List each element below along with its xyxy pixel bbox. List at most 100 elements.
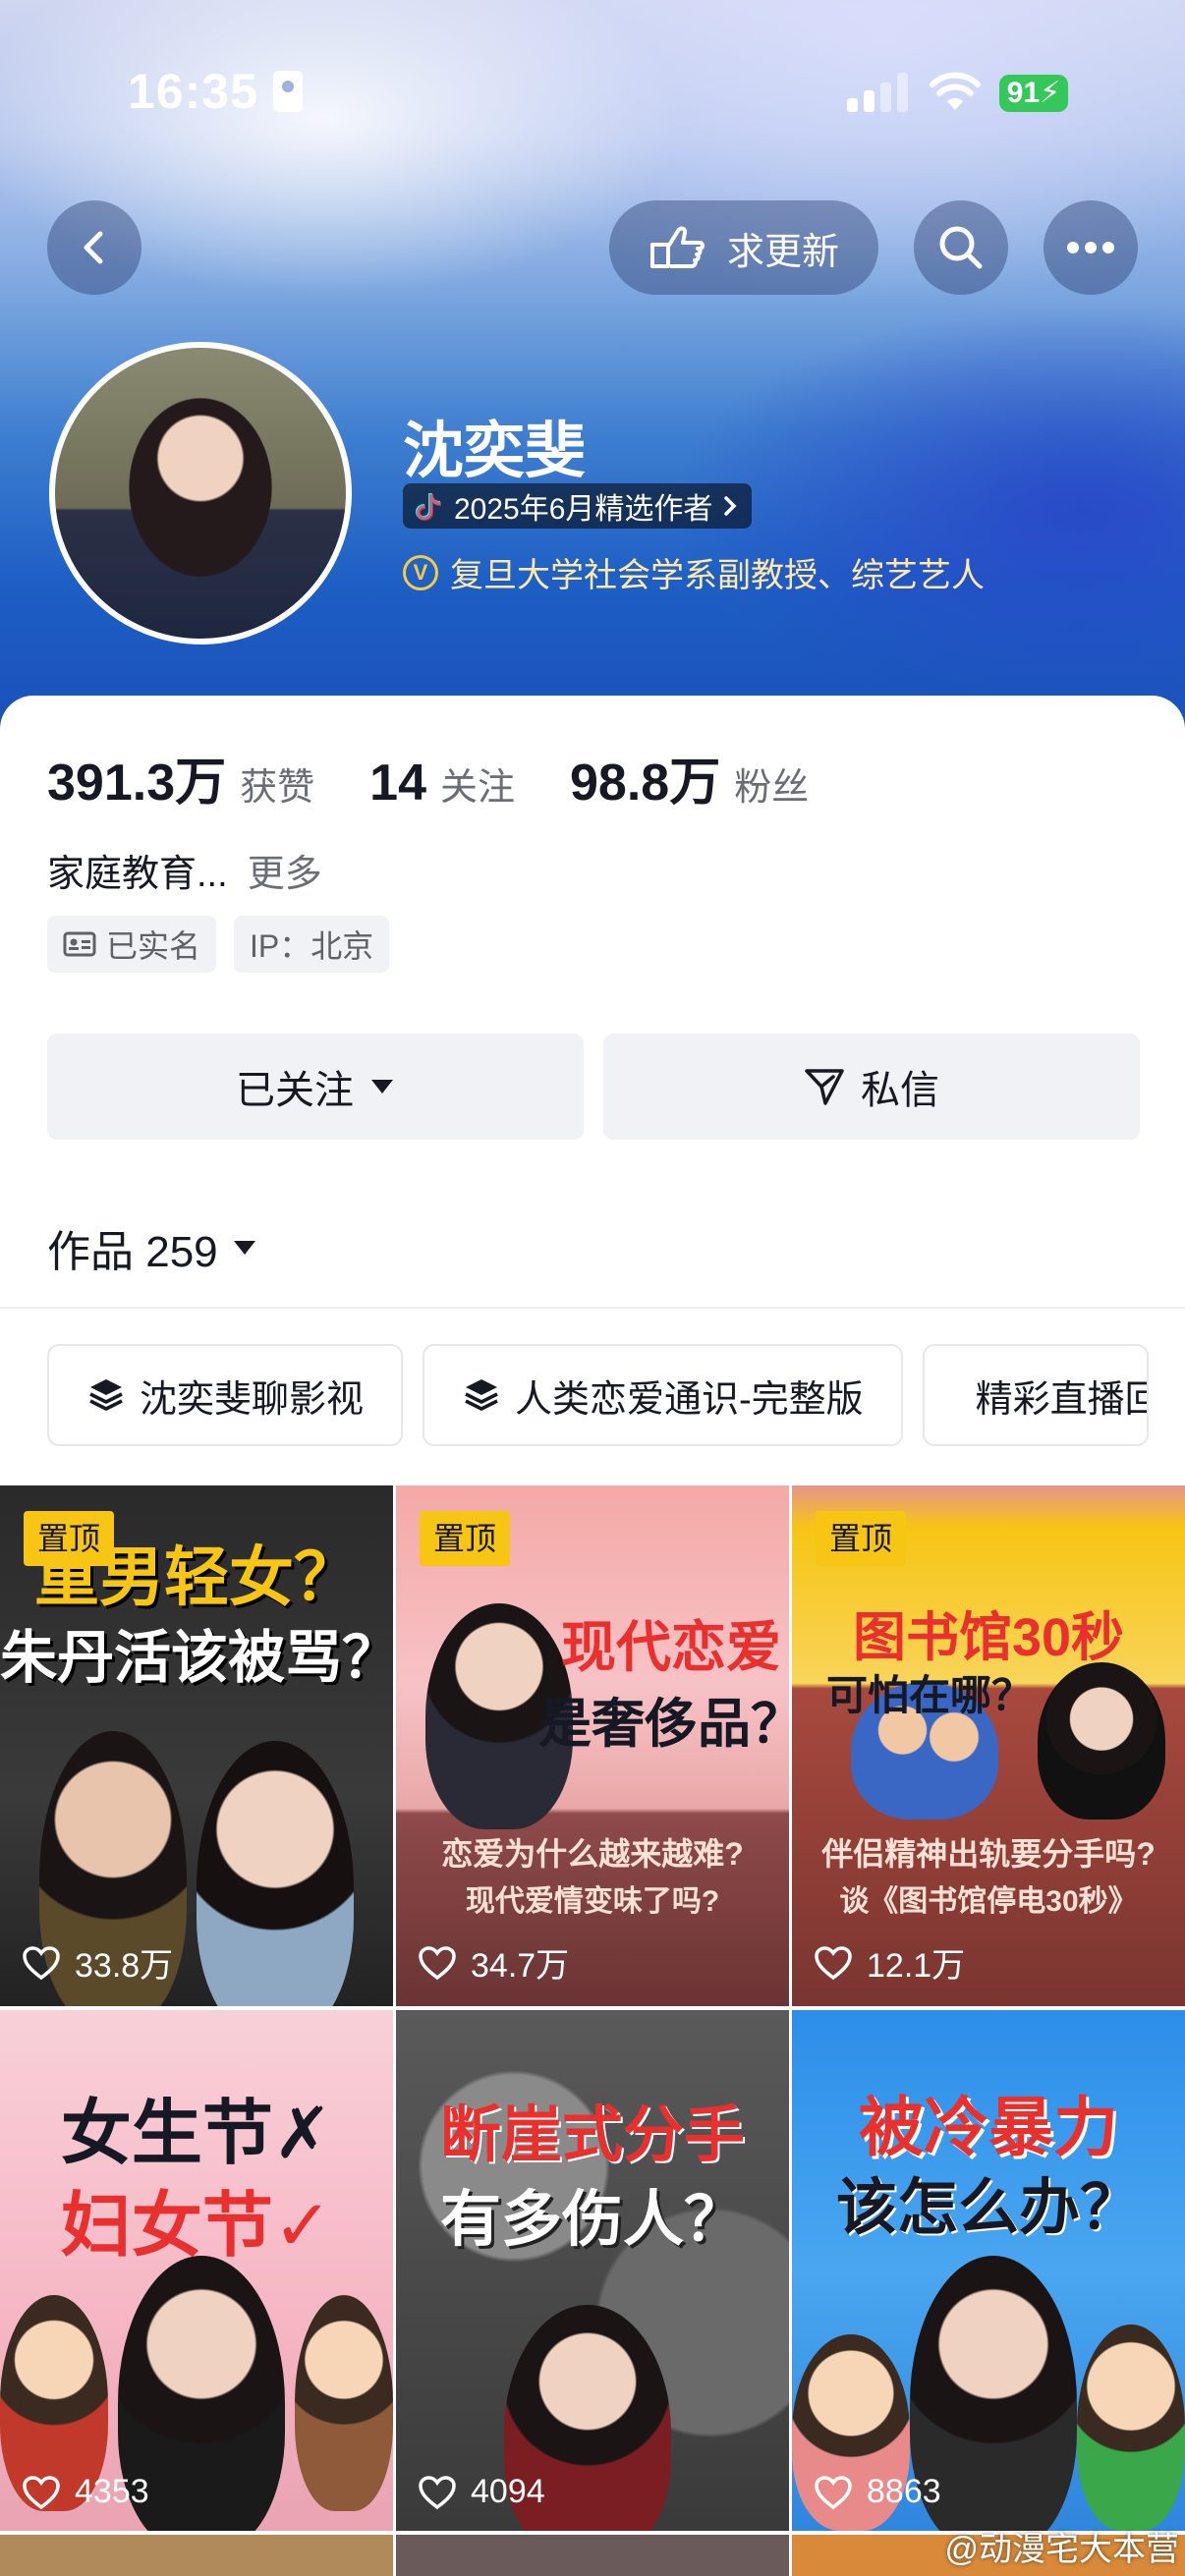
ip-location-tag: IP：北京: [234, 916, 390, 973]
video-title-line: 朱丹活该被骂？: [0, 1626, 393, 1690]
profile-stats: 391.3万 获赞 14 关注 98.8万 粉丝: [47, 741, 864, 814]
realname-label: 已实名: [106, 928, 201, 964]
video-tile[interactable]: 图书馆30秒 可怕在哪？ 伴侣精神出轨要分手吗? 谈《图书馆停电30秒》 置顶 …: [792, 1485, 1185, 2006]
collection-stack-icon: [89, 1379, 123, 1411]
heart-icon: [23, 1945, 60, 1980]
watermark: @动漫宅大本营: [944, 2531, 1179, 2568]
heart-icon: [419, 2475, 456, 2509]
douyin-logo-icon: [416, 493, 441, 521]
search-icon: [939, 226, 983, 269]
video-title-line: 是奢侈品？: [538, 1695, 789, 1754]
following-label: 关注: [440, 767, 516, 809]
video-grid: 重男轻女？ 朱丹活该被骂？ 置顶 33.8万 现代恋爱 是奢侈品？ 恋爱为什么越…: [0, 1485, 1185, 2576]
heart-icon: [419, 1945, 456, 1980]
id-card-icon: [63, 931, 96, 957]
video-title-line: 图书馆30秒: [852, 1608, 1125, 1667]
following-count[interactable]: 14: [369, 754, 426, 812]
featured-author-badge[interactable]: 2025年6月精选作者: [403, 483, 753, 529]
works-label: 作品 259: [47, 1228, 218, 1276]
video-tile[interactable]: [396, 2535, 789, 2576]
wifi-icon: [930, 72, 981, 110]
followers-label: 粉丝: [734, 767, 810, 809]
cellular-signal-icon: [847, 73, 910, 112]
video-title-line: 有多伤人？: [439, 2186, 745, 2254]
thumbnail-person: [1077, 2324, 1185, 2531]
heart-icon: [815, 2475, 852, 2509]
chevron-right-icon: [724, 496, 737, 516]
playlist-label: 人类恋爱通识-完整版: [515, 1378, 864, 1421]
back-button[interactable]: [47, 200, 141, 295]
realname-tag: 已实名: [47, 916, 217, 973]
like-count: 4353: [22, 2473, 149, 2511]
clock: 16:35: [128, 64, 258, 119]
thumbnail-person: [295, 2295, 393, 2511]
likes-label: 获赞: [240, 767, 315, 809]
video-tile[interactable]: 被冷暴力 该怎么办？ 8863: [792, 2010, 1185, 2531]
video-subtitle-line: 现代爱情变味了吗?: [465, 1885, 720, 1918]
video-tile[interactable]: 断崖式分手 有多伤人？ 4094: [396, 2010, 789, 2531]
search-button[interactable]: [914, 200, 1008, 295]
bio: 家庭教育... 更多: [47, 843, 322, 897]
video-title-line: 该怎么办？: [835, 2174, 1141, 2242]
ip-location-label: IP：北京: [250, 928, 374, 964]
playlist-label: 沈奕斐聊影视: [140, 1378, 365, 1421]
like-count-value: 4353: [75, 2473, 149, 2510]
pointing-hand-icon: [649, 226, 705, 268]
message-button[interactable]: 私信: [603, 1034, 1140, 1140]
verification-text: 复旦大学社会学系副教授、综艺艺人: [450, 557, 985, 594]
profile-name: 沈奕斐: [403, 418, 587, 485]
collection-stack-icon: [465, 1379, 498, 1411]
video-title-line: 断崖式分手: [439, 2101, 745, 2169]
caret-down-icon: [233, 1241, 255, 1255]
video-subtitle-line: 恋爱为什么越来越难?: [441, 1836, 744, 1872]
video-title-line: 被冷暴力: [859, 2091, 1118, 2163]
verification-info: V 复旦大学社会学系副教授、综艺艺人: [403, 548, 985, 596]
heart-icon: [23, 2475, 60, 2509]
works-filter[interactable]: 作品 259: [47, 1216, 257, 1279]
like-count-value: 12.1万: [867, 1947, 966, 1985]
playlist-row: 沈奕斐聊影视 人类恋爱通识-完整版 精彩直播回: [47, 1344, 1149, 1446]
playlist-chip-1[interactable]: 沈奕斐聊影视: [47, 1344, 404, 1446]
bio-more-link[interactable]: 更多: [248, 854, 322, 895]
like-count-value: 33.8万: [75, 1947, 174, 1985]
more-options-button[interactable]: [1044, 200, 1138, 295]
avatar[interactable]: [49, 342, 352, 644]
video-subtitle-line: 谈《图书馆停电30秒》: [839, 1885, 1138, 1918]
pinned-badge: 置顶: [816, 1511, 907, 1566]
playlist-label: 精彩直播回: [975, 1378, 1149, 1421]
like-count: 34.7万: [418, 1938, 569, 1987]
like-count-value: 8863: [867, 2473, 941, 2510]
pinned-badge: 置顶: [420, 1511, 511, 1566]
like-count: 4094: [418, 2473, 545, 2511]
video-subtitle-line: 伴侣精神出轨要分手吗?: [821, 1836, 1156, 1872]
like-count-value: 4094: [471, 2473, 545, 2510]
status-bar: 16:35 91⚡: [0, 59, 1185, 128]
likes-count[interactable]: 391.3万: [47, 741, 226, 814]
profile-tags: 已实名 IP：北京: [47, 916, 390, 973]
request-update-button[interactable]: 求更新: [609, 200, 878, 295]
like-count: 8863: [814, 2473, 941, 2511]
playlist-chip-3[interactable]: 精彩直播回: [922, 1344, 1149, 1446]
following-button[interactable]: 已关注: [47, 1034, 584, 1140]
send-icon: [805, 1069, 844, 1105]
verified-icon: V: [403, 554, 438, 590]
pinned-badge: 置顶: [24, 1511, 115, 1566]
heart-icon: [815, 1945, 852, 1980]
battery-level: 91: [1006, 77, 1041, 109]
video-title-line: 妇女节✓: [60, 2187, 333, 2266]
video-title-line: 女生节✗: [60, 2095, 333, 2173]
video-tile[interactable]: 现代恋爱 是奢侈品？ 恋爱为什么越来越难? 现代爱情变味了吗? 置顶 34.7万: [396, 1485, 789, 2006]
playlist-chip-2[interactable]: 人类恋爱通识-完整版: [423, 1344, 903, 1446]
featured-author-label: 2025年6月精选作者: [454, 493, 713, 526]
divider: [0, 1307, 1185, 1309]
chevron-left-icon: [84, 231, 103, 264]
message-button-label: 私信: [861, 1069, 939, 1112]
like-count-value: 34.7万: [471, 1947, 570, 1985]
video-tile[interactable]: [0, 2535, 393, 2576]
video-tile[interactable]: 女生节✗ 妇女节✓ 4353: [0, 2010, 393, 2531]
followers-count[interactable]: 98.8万: [570, 741, 720, 814]
video-tile[interactable]: 重男轻女？ 朱丹活该被骂？ 置顶 33.8万: [0, 1485, 393, 2006]
caret-down-icon: [371, 1080, 393, 1093]
following-button-label: 已关注: [236, 1069, 354, 1112]
like-count: 33.8万: [22, 1938, 173, 1987]
